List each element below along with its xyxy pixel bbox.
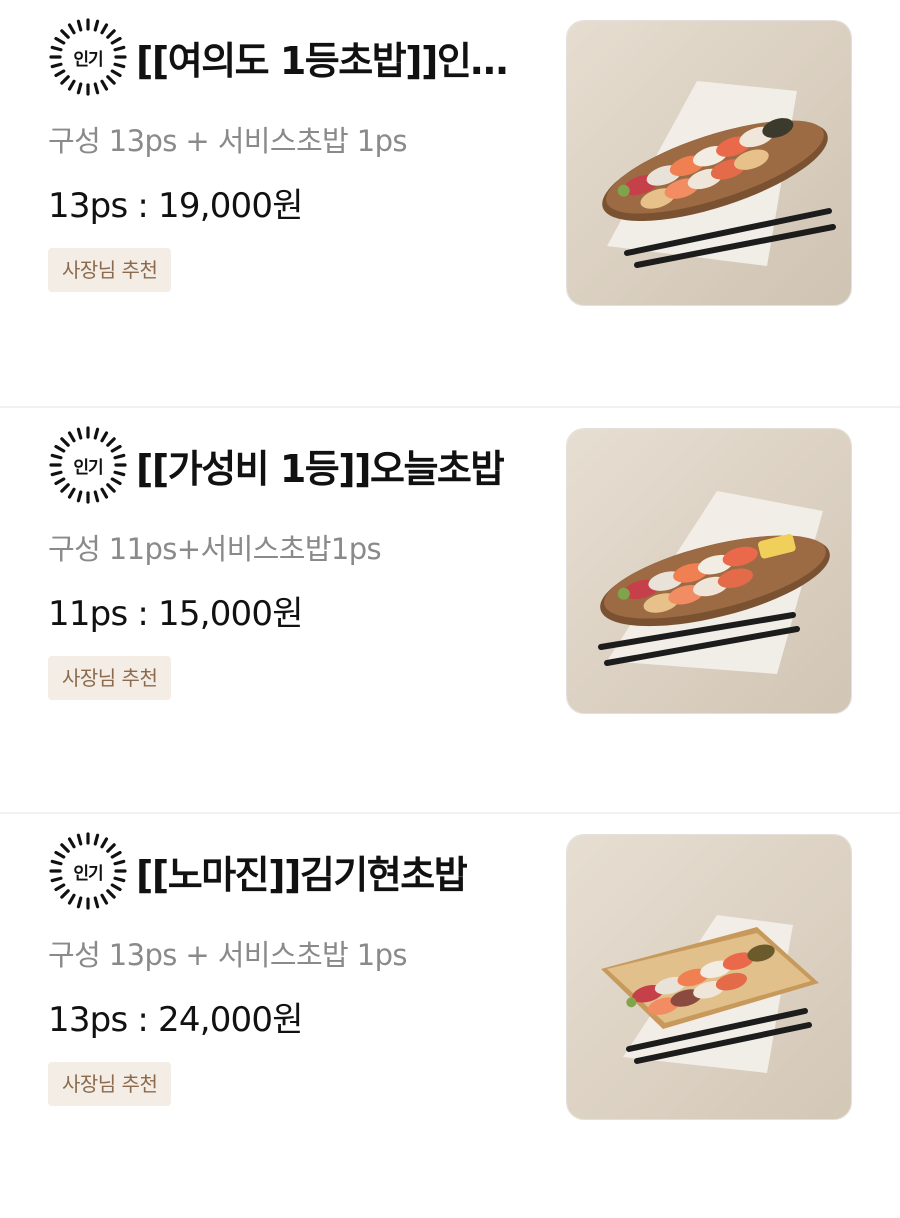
menu-item[interactable]: 인기 [[여의도 1등초밥]]인… 구성 13ps + 서비스초밥 1ps 13… bbox=[0, 0, 900, 406]
item-photo[interactable] bbox=[566, 834, 852, 1120]
item-title[interactable]: [[노마진]]김기현초밥 bbox=[136, 844, 467, 899]
item-description: 구성 13ps + 서비스초밥 1ps bbox=[48, 938, 408, 972]
item-price: 13ps : 24,000원 bbox=[48, 1000, 303, 1040]
item-price: 11ps : 15,000원 bbox=[48, 594, 303, 634]
menu-list: 인기 [[여의도 1등초밥]]인… 구성 13ps + 서비스초밥 1ps 13… bbox=[0, 0, 900, 1218]
owner-recommend-badge: 사장님 추천 bbox=[48, 1062, 172, 1106]
item-photo[interactable] bbox=[566, 20, 852, 306]
sushi-platter-icon bbox=[567, 429, 851, 713]
sushi-tray-icon bbox=[567, 835, 851, 1119]
item-price: 13ps : 19,000원 bbox=[48, 186, 303, 226]
menu-item[interactable]: 인기 [[가성비 1등]]오늘초밥 구성 11ps+서비스초밥1ps 11ps … bbox=[0, 406, 900, 812]
item-photo[interactable] bbox=[566, 428, 852, 714]
item-header: 인기 [[여의도 1등초밥]]인… bbox=[48, 16, 538, 98]
popular-badge: 인기 bbox=[48, 17, 128, 97]
popular-label: 인기 bbox=[73, 457, 103, 478]
item-title[interactable]: [[여의도 1등초밥]]인… bbox=[136, 30, 507, 85]
popular-label: 인기 bbox=[73, 49, 103, 70]
owner-recommend-badge: 사장님 추천 bbox=[48, 248, 172, 292]
sushi-platter-icon bbox=[567, 21, 851, 305]
menu-item[interactable]: 인기 [[노마진]]김기현초밥 구성 13ps + 서비스초밥 1ps 13ps… bbox=[0, 812, 900, 1218]
popular-badge: 인기 bbox=[48, 831, 128, 911]
popular-badge: 인기 bbox=[48, 425, 128, 505]
item-description: 구성 13ps + 서비스초밥 1ps bbox=[48, 124, 408, 158]
item-header: 인기 [[노마진]]김기현초밥 bbox=[48, 830, 538, 912]
popular-label: 인기 bbox=[73, 863, 103, 884]
item-description: 구성 11ps+서비스초밥1ps bbox=[48, 532, 382, 566]
item-header: 인기 [[가성비 1등]]오늘초밥 bbox=[48, 424, 538, 506]
item-title[interactable]: [[가성비 1등]]오늘초밥 bbox=[136, 438, 504, 493]
owner-recommend-badge: 사장님 추천 bbox=[48, 656, 172, 700]
